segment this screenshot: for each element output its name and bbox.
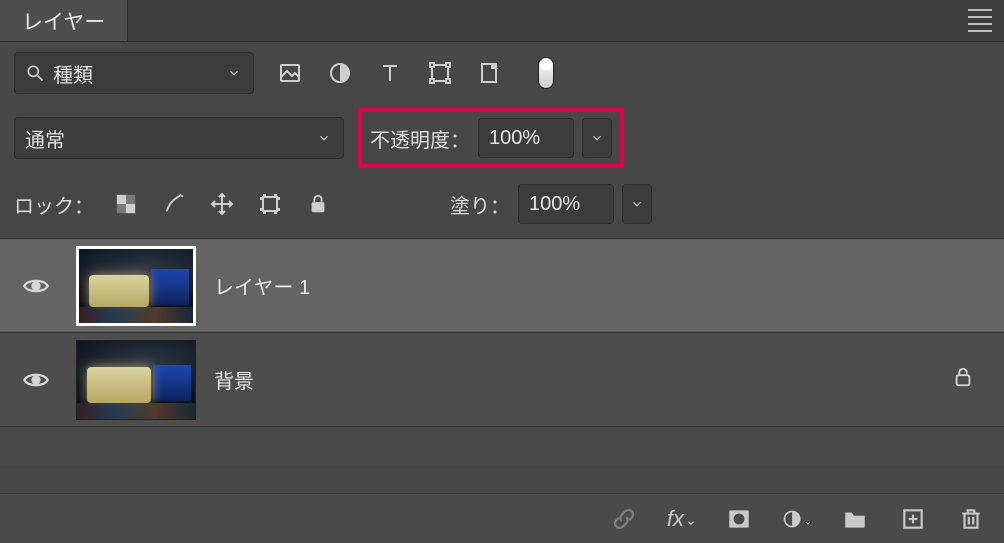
layers-list: レイヤー 1 背景 xyxy=(0,238,1004,466)
fill-dropdown-button[interactable] xyxy=(622,184,652,224)
filter-type-label: 種類 xyxy=(53,59,93,88)
opacity-value-text: 100% xyxy=(489,127,540,150)
panel-tab-bar: レイヤー xyxy=(0,0,1004,42)
opacity-highlight: 不透明度： 100% xyxy=(358,108,624,168)
fill-adjust-icon[interactable] xyxy=(782,504,812,534)
opacity-value-input[interactable]: 100% xyxy=(478,118,574,158)
lock-indicator-icon[interactable] xyxy=(952,366,980,394)
blend-opacity-row: 通常 不透明度： 100% xyxy=(0,104,1004,178)
lock-transparent-icon[interactable] xyxy=(112,190,140,218)
lock-position-icon[interactable] xyxy=(208,190,236,218)
fill-label: 塗り： xyxy=(450,190,510,219)
adjust-icon[interactable] xyxy=(326,59,354,87)
chevron-down-icon xyxy=(225,66,243,80)
hamburger-icon xyxy=(968,9,992,32)
tab-layers[interactable]: レイヤー xyxy=(0,0,128,41)
layer-thumbnail[interactable] xyxy=(76,246,196,326)
lock-row: ロック： 塗り： 100% xyxy=(0,178,1004,238)
fill-value-input[interactable]: 100% xyxy=(518,184,614,224)
layers-empty-area xyxy=(0,426,1004,466)
fill-group: 塗り： 100% xyxy=(450,184,652,224)
filter-icon-strip xyxy=(276,57,554,89)
layer-row[interactable]: 背景 xyxy=(0,332,1004,426)
layer-filter-row: 種類 xyxy=(0,42,1004,104)
layer-row[interactable]: レイヤー 1 xyxy=(0,238,1004,332)
fill-value-text: 100% xyxy=(529,193,580,216)
lock-image-icon[interactable] xyxy=(160,190,188,218)
text-icon[interactable] xyxy=(376,59,404,87)
new-layer-icon[interactable] xyxy=(898,504,928,534)
layer-thumbnail[interactable] xyxy=(76,340,196,420)
mask-icon[interactable] xyxy=(724,504,754,534)
search-icon xyxy=(25,63,45,83)
trash-icon[interactable] xyxy=(956,504,986,534)
layer-name[interactable]: 背景 xyxy=(214,365,254,394)
smartobject-icon[interactable] xyxy=(476,59,504,87)
visibility-toggle[interactable] xyxy=(22,366,50,394)
lock-artboard-icon[interactable] xyxy=(256,190,284,218)
chevron-down-icon xyxy=(315,131,333,145)
fx-icon[interactable]: fx xyxy=(667,504,696,534)
lock-icons xyxy=(112,190,332,218)
panel-footer: fx xyxy=(0,493,1004,543)
image-icon[interactable] xyxy=(276,59,304,87)
panel-menu-button[interactable] xyxy=(956,0,1004,41)
blend-mode-label: 通常 xyxy=(25,124,65,153)
filter-toggle-switch[interactable] xyxy=(538,57,554,89)
tab-layers-label: レイヤー xyxy=(22,6,105,36)
opacity-dropdown-button[interactable] xyxy=(582,118,612,158)
filter-type-select[interactable]: 種類 xyxy=(14,52,254,94)
layer-name[interactable]: レイヤー 1 xyxy=(214,271,310,300)
lock-label: ロック： xyxy=(14,190,94,219)
shape-icon[interactable] xyxy=(426,59,454,87)
blend-mode-select[interactable]: 通常 xyxy=(14,117,344,159)
group-icon[interactable] xyxy=(840,504,870,534)
link-icon xyxy=(609,504,639,534)
lock-all-icon[interactable] xyxy=(304,190,332,218)
visibility-toggle[interactable] xyxy=(22,272,50,300)
opacity-label: 不透明度： xyxy=(370,124,470,153)
